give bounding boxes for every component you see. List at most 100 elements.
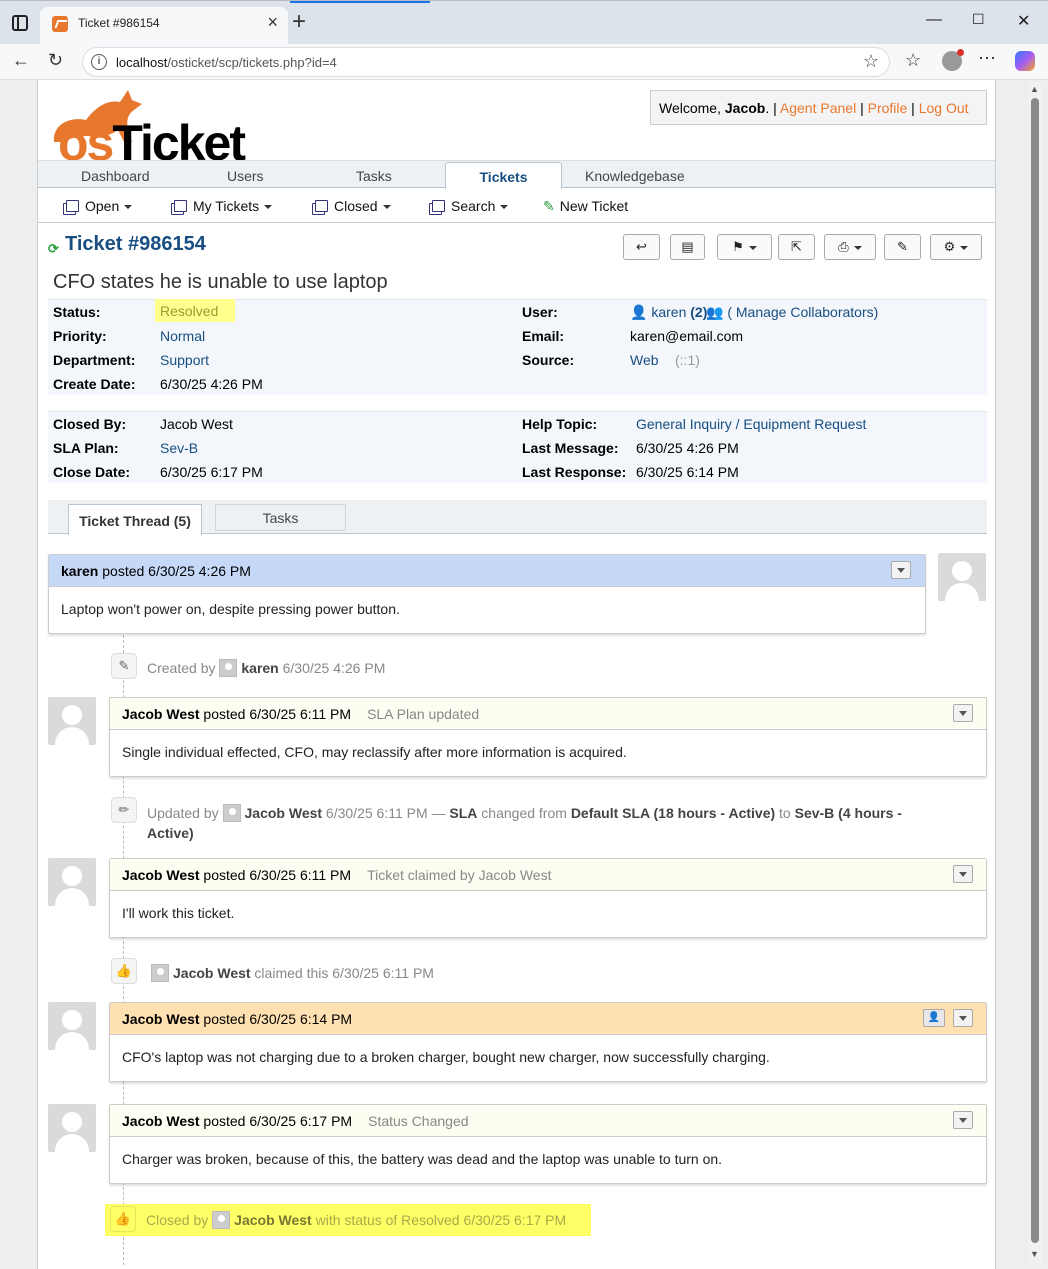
scrollbar-thumb[interactable] xyxy=(1031,98,1039,1243)
entry-header: karen posted 6/30/25 4:26 PM xyxy=(49,555,925,587)
tab-ticket-thread[interactable]: Ticket Thread (5) xyxy=(68,504,202,535)
entry-header: Jacob West posted 6/30/25 6:11 PM Ticket … xyxy=(110,859,986,891)
entry-options-dropdown[interactable] xyxy=(891,561,911,579)
profile-link[interactable]: Profile xyxy=(868,100,908,116)
scroll-down-icon[interactable]: ▼ xyxy=(1030,1249,1039,1259)
flag-dropdown[interactable]: ⚑ xyxy=(717,234,772,260)
last-message-value: 6/30/25 4:26 PM xyxy=(636,440,739,456)
edit-button[interactable]: ✎ xyxy=(884,234,921,260)
transfer-button[interactable]: ⇱ xyxy=(778,234,815,260)
avatar xyxy=(151,964,169,982)
chevron-down-icon xyxy=(500,205,509,210)
user-icon: 👤 xyxy=(630,304,648,320)
chevron-down-icon xyxy=(124,205,133,210)
subnav-my-tickets[interactable]: My Tickets xyxy=(174,198,273,214)
browser-tab[interactable]: Ticket #986154 × xyxy=(40,7,288,45)
subnav-closed[interactable]: Closed xyxy=(315,198,391,214)
subnav-new-ticket[interactable]: ✎ New Ticket xyxy=(543,198,628,215)
welcome-box: Welcome, Jacob. | Agent Panel | Profile … xyxy=(650,90,987,125)
address-bar[interactable]: i localhost/osticket/scp/tickets.php?id=… xyxy=(82,47,890,77)
user-icon[interactable]: 👤 xyxy=(923,1009,945,1027)
create-date-value: 6/30/25 4:26 PM xyxy=(160,376,263,392)
close-tab-icon[interactable]: × xyxy=(267,12,278,33)
reply-button[interactable]: ↩ xyxy=(623,234,660,260)
email-value: karen@email.com xyxy=(630,328,744,344)
tab-tasks[interactable]: Tasks xyxy=(356,168,392,184)
last-response-value: 6/30/25 6:14 PM xyxy=(636,464,739,480)
post-note-button[interactable]: ▤ xyxy=(670,234,705,260)
logout-link[interactable]: Log Out xyxy=(919,100,969,116)
favorite-star-icon[interactable]: ☆ xyxy=(863,51,879,72)
browser-toolbar: ← ↻ i localhost/osticket/scp/tickets.php… xyxy=(0,44,1048,80)
tab-thread-tasks[interactable]: Tasks xyxy=(215,504,346,531)
closed-by-label: Closed By: xyxy=(53,416,127,432)
entry-message: CFO's laptop was not charging due to a b… xyxy=(122,1049,770,1065)
user-label: User: xyxy=(522,304,558,320)
entry-options-dropdown[interactable] xyxy=(953,1111,973,1129)
chevron-down-icon xyxy=(382,205,391,210)
copilot-icon[interactable] xyxy=(1015,51,1035,71)
tab-tickets[interactable]: Tickets xyxy=(445,162,562,190)
site-info-icon[interactable]: i xyxy=(91,54,107,70)
page-container: osTicket Welcome, Jacob. | Agent Panel |… xyxy=(37,80,996,1269)
entry-options-dropdown[interactable] xyxy=(953,1009,973,1027)
vertical-scrollbar[interactable]: ▲ ▼ xyxy=(1028,82,1042,1264)
manage-collaborators-link[interactable]: 👥 ( Manage Collaborators) xyxy=(706,304,878,321)
new-tab-icon[interactable]: + xyxy=(292,8,306,36)
avatar xyxy=(222,804,241,822)
magic-wand-icon: ✎ xyxy=(111,653,137,679)
osticket-favicon-icon xyxy=(52,16,68,32)
entry-author: karen xyxy=(61,563,99,579)
scroll-up-icon[interactable]: ▲ xyxy=(1030,84,1039,94)
refresh-icon[interactable]: ⟳ xyxy=(48,241,59,257)
favorites-icon[interactable]: ☆ xyxy=(905,50,921,71)
more-menu-icon[interactable]: ⋯ xyxy=(978,48,996,69)
last-message-label: Last Message: xyxy=(522,440,619,456)
users-icon: 👥 xyxy=(706,304,724,320)
help-topic-value[interactable]: General Inquiry / Equipment Request xyxy=(636,416,866,432)
sla-plan-value[interactable]: Sev-B xyxy=(160,440,198,456)
more-settings-dropdown[interactable]: ⚙ xyxy=(930,234,982,260)
back-icon[interactable]: ← xyxy=(12,50,30,71)
agent-panel-link[interactable]: Agent Panel xyxy=(780,100,856,116)
browser-tabstrip: Ticket #986154 × + — ☐ ✕ xyxy=(0,0,1048,45)
thread-entry-note: Jacob West posted 6/30/25 6:14 PM 👤 CFO'… xyxy=(109,1002,987,1082)
thread-entry-response: Jacob West posted 6/30/25 6:11 PM SLA Pla… xyxy=(109,697,987,777)
reload-icon[interactable]: ↻ xyxy=(48,50,63,71)
avatar xyxy=(48,858,96,906)
user-link[interactable]: 👤 karen (2) xyxy=(630,304,707,321)
new-ticket-icon: ✎ xyxy=(543,198,555,214)
entry-options-dropdown[interactable] xyxy=(953,865,973,883)
entry-posted: posted 6/30/25 6:14 PM xyxy=(199,1011,353,1027)
tabstrip-accent xyxy=(290,1,430,3)
window-menu-icon[interactable] xyxy=(12,15,28,31)
osticket-logo[interactable]: osTicket xyxy=(48,86,248,171)
tab-dashboard[interactable]: Dashboard xyxy=(81,168,150,184)
welcome-prefix: Welcome, xyxy=(659,100,725,116)
avatar xyxy=(48,697,96,745)
queue-icon xyxy=(315,200,328,212)
entry-posted: posted 6/30/25 4:26 PM xyxy=(98,563,251,579)
close-window-icon[interactable]: ✕ xyxy=(1017,11,1030,31)
subnav-open[interactable]: Open xyxy=(66,198,133,214)
ticket-number[interactable]: Ticket #986154 xyxy=(65,233,206,256)
minimize-icon[interactable]: — xyxy=(926,11,942,29)
tab-knowledgebase[interactable]: Knowledgebase xyxy=(585,168,685,184)
print-dropdown[interactable]: ⎙ xyxy=(824,234,876,260)
maximize-icon[interactable]: ☐ xyxy=(972,11,985,28)
department-value[interactable]: Support xyxy=(160,352,209,368)
sla-plan-label: SLA Plan: xyxy=(53,440,119,456)
welcome-sep: . | xyxy=(765,100,780,116)
create-date-label: Create Date: xyxy=(53,376,136,392)
close-date-label: Close Date: xyxy=(53,464,131,480)
tab-users[interactable]: Users xyxy=(227,168,264,184)
entry-message: Laptop won't power on, despite pressing … xyxy=(61,601,400,617)
entry-author: Jacob West xyxy=(122,1011,200,1027)
thread-entry-response: Jacob West posted 6/30/25 6:17 PM Status … xyxy=(109,1104,987,1184)
entry-message: I'll work this ticket. xyxy=(122,905,235,921)
entry-options-dropdown[interactable] xyxy=(953,704,973,722)
department-label: Department: xyxy=(53,352,136,368)
profile-avatar-icon[interactable] xyxy=(942,49,964,71)
subnav-search[interactable]: Search xyxy=(432,198,509,214)
priority-value[interactable]: Normal xyxy=(160,328,205,344)
